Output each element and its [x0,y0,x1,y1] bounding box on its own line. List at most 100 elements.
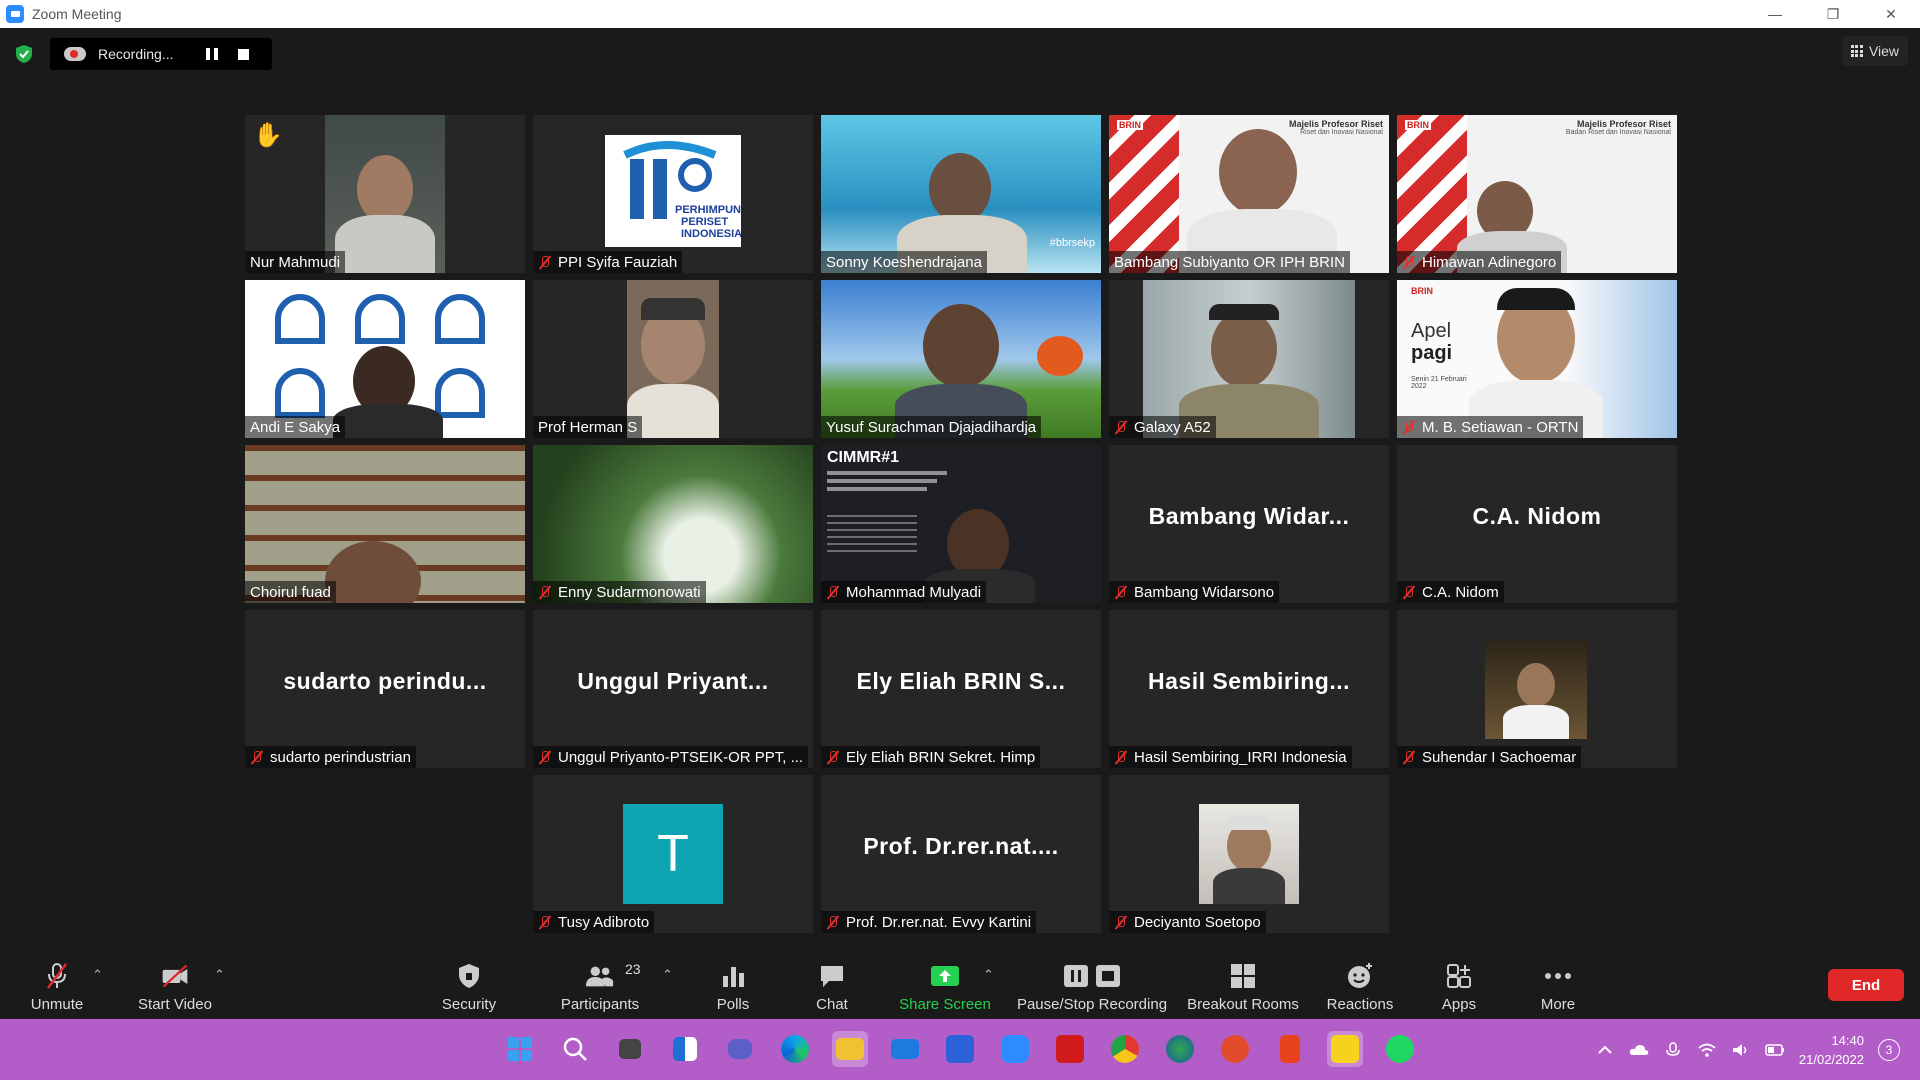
file-explorer-icon[interactable] [832,1031,868,1067]
participant-name-tag: Bambang Widarsono [1109,581,1280,603]
participant-initial-avatar: T [623,804,723,904]
participant-name-tag: Tusy Adibroto [533,911,655,933]
svg-text:PERISET: PERISET [681,216,728,228]
apps-icon [1444,962,1474,990]
polls-button[interactable]: Polls [703,953,763,1019]
wifi-icon[interactable] [1697,1042,1717,1058]
share-options-caret[interactable]: ⌃ [983,967,994,983]
view-label: View [1868,43,1900,59]
powerautomate-icon[interactable] [942,1031,978,1067]
participant-display-name: Bambang Widar... [1148,503,1350,529]
participant-tile[interactable]: T Tusy Adibroto [533,775,813,933]
more-button[interactable]: More [1528,953,1588,1019]
apps-button[interactable]: Apps [1429,953,1489,1019]
search-icon[interactable] [557,1031,593,1067]
onedrive-cloud-icon[interactable] [1629,1042,1649,1058]
start-icon[interactable] [502,1031,538,1067]
widgets-icon[interactable] [667,1031,703,1067]
active-speaker-tile[interactable]: Yusuf Surachman Djajadihardja [821,280,1101,438]
video-options-caret[interactable]: ⌃ [214,967,225,983]
app-icon[interactable] [1217,1031,1253,1067]
spotify-icon[interactable] [1382,1031,1418,1067]
microphone-icon[interactable] [1663,1041,1683,1058]
chrome-icon[interactable] [1107,1031,1143,1067]
restore-button[interactable]: ❐ [1804,0,1862,28]
minimize-button[interactable]: — [1746,0,1804,28]
acrobat-icon[interactable] [1052,1031,1088,1067]
shield-icon[interactable] [14,44,34,64]
participants-button[interactable]: 23 Participants [550,953,650,1019]
participant-tile[interactable]: BRIN Apel pagi Senin 21 Februari 2022 M.… [1397,280,1677,438]
participant-tile[interactable]: #bbrsekp Sonny Koeshendrajana [821,115,1101,273]
participant-tile[interactable]: CIMMR#1 Mohammad Mulyadi [821,445,1101,603]
participant-name-tag: M. B. Setiawan - ORTN [1397,416,1584,438]
participant-tile[interactable]: Ely Eliah BRIN S... Ely Eliah BRIN Sekre… [821,610,1101,768]
participant-tile[interactable]: Enny Sudarmonowati [533,445,813,603]
banner-apel: Apel [1411,320,1452,342]
pause-stop-recording-button[interactable]: Pause/Stop Recording [1014,953,1170,1019]
muted-mic-icon [538,255,552,270]
view-button[interactable]: View [1842,36,1908,66]
chevron-up-icon[interactable] [1595,1042,1615,1058]
participant-tile[interactable]: Hasil Sembiring... Hasil Sembiring_IRRI … [1109,610,1389,768]
close-window-button[interactable]: ✕ [1862,0,1920,28]
share-screen-button[interactable]: Share Screen [895,953,995,1019]
audio-options-caret[interactable]: ⌃ [92,967,103,983]
breakout-rooms-label: Breakout Rooms [1187,996,1299,1013]
mail-icon[interactable] [887,1031,923,1067]
security-button[interactable]: Security [429,953,509,1019]
breakout-rooms-button[interactable]: Breakout Rooms [1181,953,1305,1019]
system-clock[interactable]: 14:40 21/02/2022 [1799,1031,1864,1069]
participant-tile[interactable]: Choirul fuad [245,445,525,603]
participant-tile[interactable]: Prof. Dr.rer.nat.... Prof. Dr.rer.nat. E… [821,775,1101,933]
participant-tile[interactable]: Suhendar I Sachoemar [1397,610,1677,768]
unmute-button[interactable]: Unmute [22,953,92,1019]
overlay-hashtag: #bbrsekp [1049,237,1095,249]
participant-tile[interactable]: BRIN Majelis Profesor Riset Riset dan In… [1109,115,1389,273]
reactions-button[interactable]: Reactions [1320,953,1400,1019]
participant-name-tag: Sonny Koeshendrajana [821,251,987,273]
brin-logo: BRIN [1405,120,1431,130]
notification-count-badge[interactable]: 3 [1878,1038,1900,1061]
participant-tile[interactable]: PERHIMPUNAN PERISET INDONESIA PPI Syifa … [533,115,813,273]
end-meeting-button[interactable]: End [1828,969,1904,1001]
more-label: More [1540,996,1576,1013]
participants-options-caret[interactable]: ⌃ [662,967,673,983]
participant-tile[interactable]: BRIN Majelis Profesor Riset Badan Riset … [1397,115,1677,273]
office-icon[interactable] [1272,1031,1308,1067]
participant-tile[interactable]: Deciyanto Soetopo [1109,775,1389,933]
participant-tile[interactable]: Unggul Priyant... Unggul Priyanto-PTSEIK… [533,610,813,768]
chat-button[interactable]: Chat [802,953,862,1019]
participant-tile[interactable]: C.A. Nidom C.A. Nidom [1397,445,1677,603]
participant-tile[interactable]: sudarto perindu... sudarto perindustrian [245,610,525,768]
clock-date: 21/02/2022 [1798,1051,1864,1067]
participant-video [245,445,525,603]
sticky-notes-icon[interactable] [1327,1031,1363,1067]
stop-recording-icon[interactable] [238,48,249,60]
participant-display-name: sudarto perindu... [283,668,487,694]
video-off-icon [160,962,190,990]
start-video-button[interactable]: Start Video [130,953,220,1019]
participant-tile[interactable]: Bambang Widar... Bambang Widarsono [1109,445,1389,603]
task-view-icon[interactable] [612,1031,648,1067]
pause-stop-recording-label: Pause/Stop Recording [1016,996,1168,1013]
zoom-icon[interactable] [997,1031,1033,1067]
meeting-toolbar: Unmute ⌃ Start Video ⌃ Security 23 Parti… [0,953,1920,1019]
participant-tile[interactable]: Andi E Sakya [245,280,525,438]
participant-tile[interactable]: Prof Herman S [533,280,813,438]
system-tray: 14:40 21/02/2022 3 [1595,1019,1920,1080]
participant-tile[interactable]: ✋ Nur Mahmudi [245,115,525,273]
window-titlebar: Zoom Meeting — ❐ ✕ [0,0,1920,28]
zoom-logo-icon [6,5,24,23]
teams-chat-icon[interactable] [722,1031,758,1067]
volume-icon[interactable] [1731,1042,1751,1058]
raised-hand-icon: ✋ [253,122,283,149]
earth-icon[interactable] [1162,1031,1198,1067]
battery-icon[interactable] [1765,1042,1785,1058]
edge-icon[interactable] [777,1031,813,1067]
participant-name-tag: Deciyanto Soetopo [1109,911,1266,933]
pause-recording-icon[interactable] [206,48,218,60]
participant-name-tag: Himawan Adinegoro [1397,251,1562,273]
participant-tile[interactable]: Galaxy A52 [1109,280,1389,438]
participant-avatar [1199,804,1299,904]
